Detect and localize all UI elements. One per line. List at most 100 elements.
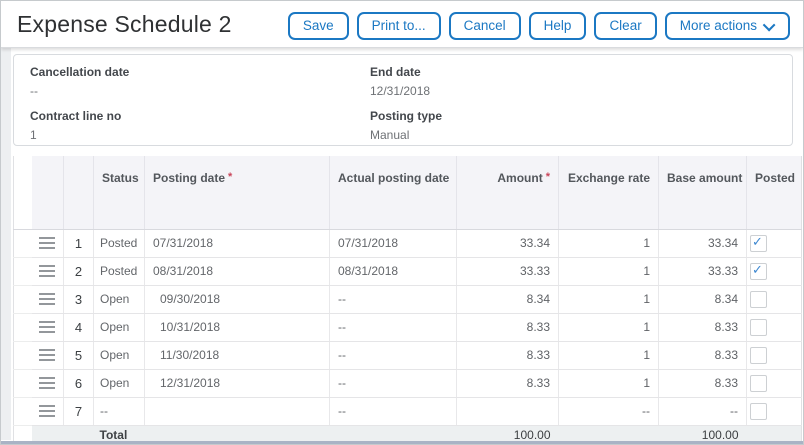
clear-button[interactable]: Clear: [594, 12, 656, 40]
column-header-base-amount: Base amount: [659, 156, 747, 229]
required-asterisk: *: [228, 171, 232, 183]
posted-checkbox[interactable]: [750, 235, 767, 252]
exchange-rate-cell: 1: [559, 257, 659, 285]
posted-cell: [747, 369, 802, 397]
drag-handle-icon[interactable]: [32, 258, 64, 285]
actual-posting-date-cell: --: [330, 369, 457, 397]
page-title: Expense Schedule 2: [17, 11, 288, 38]
cancel-button-label: Cancel: [464, 17, 506, 35]
amount-cell: 8.34: [457, 285, 559, 313]
status-cell: Posted: [94, 229, 145, 257]
table-row: 3Open09/30/2018--8.3418.34: [14, 285, 802, 313]
posting-date-cell: 08/31/2018: [145, 257, 330, 285]
drag-handle-icon[interactable]: [32, 342, 64, 369]
posted-checkbox[interactable]: [750, 263, 767, 280]
posting-date-cell: 12/31/2018: [145, 369, 330, 397]
drag-handle-cell: [32, 229, 64, 257]
posted-checkbox[interactable]: [750, 375, 767, 392]
line-number-cell: 5: [64, 341, 94, 369]
table-row: 5Open11/30/2018--8.3318.33: [14, 341, 802, 369]
drag-handle-icon[interactable]: [32, 230, 64, 257]
table-row: 7--------: [14, 397, 802, 425]
drag-handle-cell: [32, 257, 64, 285]
row-gutter-cell: [14, 313, 32, 341]
column-header-base-amount-label: Base amount: [667, 171, 742, 185]
posting-date-cell: 09/30/2018: [145, 285, 330, 313]
column-header-exchange-rate-label: Exchange rate: [568, 171, 650, 185]
column-header-posted: Posted: [747, 156, 802, 229]
field-end-date: End date12/31/2018: [370, 57, 776, 101]
more-actions-button-label: More actions: [680, 17, 757, 35]
print-to-button[interactable]: Print to...: [357, 12, 441, 40]
drag-handle-icon[interactable]: [32, 314, 64, 341]
drag-handle-icon[interactable]: [32, 286, 64, 313]
exchange-rate-cell: 1: [559, 229, 659, 257]
posted-checkbox[interactable]: [750, 403, 767, 420]
field-contract-line-no: Contract line no1: [30, 101, 370, 145]
column-header-status: Status: [94, 156, 145, 229]
drag-handle-cell: [32, 285, 64, 313]
field-end-date-value: 12/31/2018: [370, 84, 776, 98]
drag-handle-cell: [32, 341, 64, 369]
drag-handle-cell: [32, 397, 64, 425]
row-gutter-cell: [14, 285, 32, 313]
actual-posting-date-cell: 07/31/2018: [330, 229, 457, 257]
drag-handle-icon[interactable]: [32, 370, 64, 397]
table-header: StatusPosting date*Actual posting dateAm…: [14, 156, 802, 229]
drag-handle-icon[interactable]: [32, 398, 64, 425]
cancel-button[interactable]: Cancel: [449, 12, 521, 40]
column-header-actual-posting-date-label: Actual posting date: [338, 171, 449, 185]
status-cell: Open: [94, 369, 145, 397]
line-number-cell: 1: [64, 229, 94, 257]
help-button[interactable]: Help: [529, 12, 587, 40]
expense-lines-table: StatusPosting date*Actual posting dateAm…: [13, 156, 802, 445]
column-header-posting-date-label: Posting date: [153, 171, 225, 185]
base-amount-cell: 33.34: [659, 229, 747, 257]
required-asterisk: *: [546, 171, 550, 183]
amount-cell: 8.33: [457, 369, 559, 397]
field-posting-type: Posting typeManual: [370, 101, 776, 145]
line-number-cell: 4: [64, 313, 94, 341]
posted-cell: [747, 229, 802, 257]
field-contract-line-no-value: 1: [30, 128, 370, 142]
posted-checkbox[interactable]: [750, 347, 767, 364]
actual-posting-date-cell: 08/31/2018: [330, 257, 457, 285]
status-cell: Open: [94, 313, 145, 341]
actual-posting-date-cell: --: [330, 397, 457, 425]
posted-checkbox[interactable]: [750, 291, 767, 308]
column-header-posting-date: Posting date*: [145, 156, 330, 229]
amount-cell: 33.33: [457, 257, 559, 285]
table-row: 1Posted07/31/201807/31/201833.34133.34: [14, 229, 802, 257]
table-body: 1Posted07/31/201807/31/201833.34133.342P…: [14, 229, 802, 425]
column-header-line-number: [64, 156, 94, 229]
actual-posting-date-cell: --: [330, 341, 457, 369]
save-button-label: Save: [303, 17, 334, 35]
column-header-status-label: Status: [102, 171, 139, 185]
action-buttons: Save Print to... Cancel HelpClear More actio…: [288, 12, 790, 40]
actual-posting-date-cell: --: [330, 313, 457, 341]
posted-checkbox[interactable]: [750, 319, 767, 336]
row-gutter-cell: [14, 229, 32, 257]
amount-cell: 8.33: [457, 341, 559, 369]
field-posting-type-label: Posting type: [370, 109, 776, 123]
more-actions-button[interactable]: More actions: [665, 12, 790, 40]
posted-cell: [747, 397, 802, 425]
status-cell: --: [94, 397, 145, 425]
save-button[interactable]: Save: [288, 12, 349, 40]
frame-bottom-edge: [1, 441, 803, 444]
column-header-amount: Amount*: [457, 156, 559, 229]
status-cell: Open: [94, 285, 145, 313]
base-amount-cell: 8.33: [659, 341, 747, 369]
column-header-posted-label: Posted: [755, 171, 795, 185]
exchange-rate-cell: 1: [559, 369, 659, 397]
table-row: 6Open12/31/2018--8.3318.33: [14, 369, 802, 397]
exchange-rate-cell: --: [559, 397, 659, 425]
column-header-actual-posting-date: Actual posting date: [330, 156, 457, 229]
row-gutter-cell: [14, 341, 32, 369]
posting-date-cell: [145, 397, 330, 425]
expense-schedule-window: Expense Schedule 2 Save Print to... Cancel…: [0, 0, 804, 445]
posting-date-cell: 07/31/2018: [145, 229, 330, 257]
field-cancellation-date-value: --: [30, 84, 370, 98]
left-gutter: [1, 47, 11, 440]
field-cancellation-date-label: Cancellation date: [30, 65, 370, 79]
